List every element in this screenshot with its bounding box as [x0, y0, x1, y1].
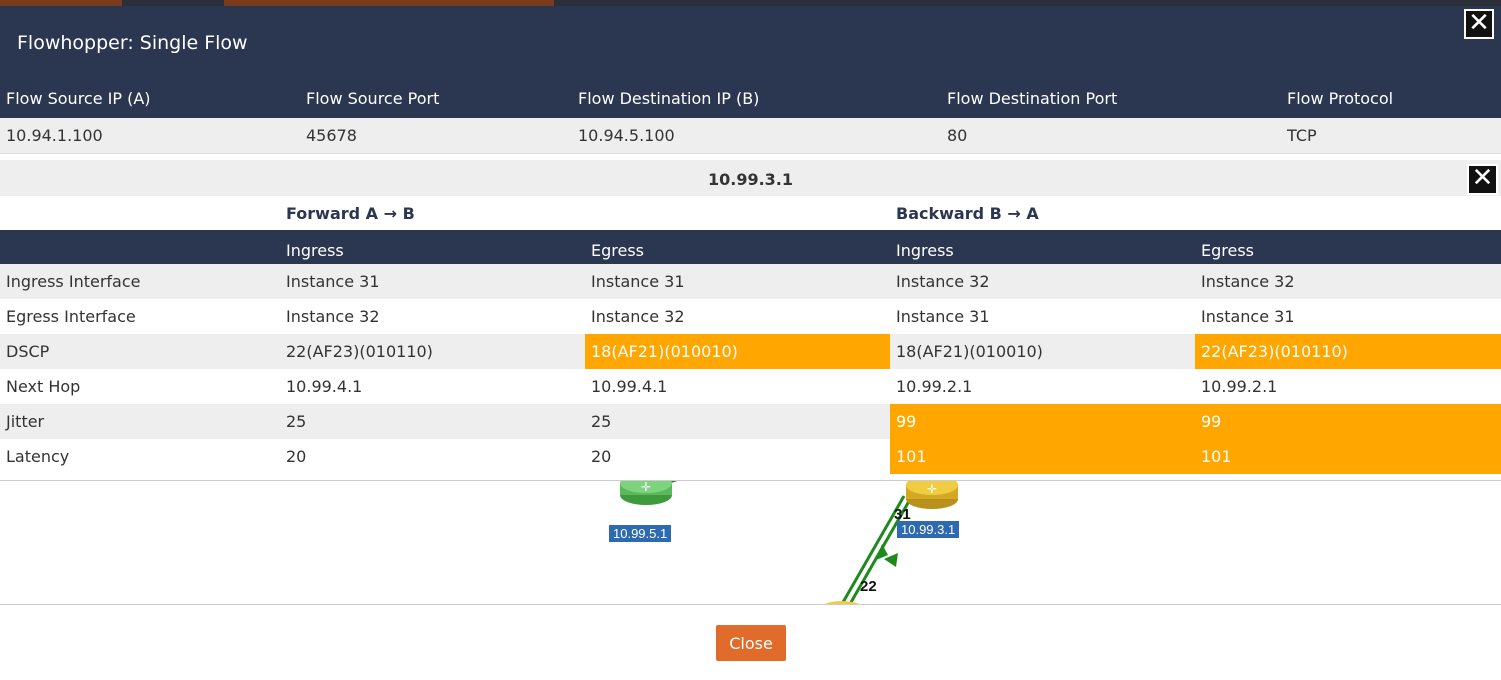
row-label: DSCP: [6, 342, 50, 361]
table-cell: Instance 32: [896, 272, 990, 291]
flowhopper-dialog: Flowhopper: Single Flow ✕ Flow Source IP…: [0, 6, 1501, 680]
topology-canvas[interactable]: ✛ ✛ 10.99.5.1 10.99.3.1 31 22: [0, 481, 1501, 604]
highlighted-cell: 101: [1195, 439, 1501, 474]
table-row: Next Hop 10.99.4.1 10.99.4.1 10.99.2.1 10.99…: [0, 369, 1501, 404]
column-header: Flow Source IP (A): [6, 89, 151, 108]
table-cell: 18(AF21)(010010): [896, 342, 1043, 361]
column-header: Flow Protocol: [1287, 89, 1394, 108]
forward-direction-label: Forward A → B: [286, 203, 415, 223]
table-cell: Instance 31: [286, 272, 380, 291]
row-label: Latency: [6, 447, 70, 466]
table-cell: Instance 32: [286, 307, 380, 326]
table-cell: Instance 31: [591, 272, 685, 291]
direction-row: Forward A → B Backward B → A: [0, 196, 1501, 230]
table-cell: 10.99.2.1: [896, 377, 973, 396]
table-cell: 25: [286, 412, 307, 431]
table-cell: Instance 32: [1201, 272, 1295, 291]
highlighted-cell: 22(AF23)(010110): [1195, 334, 1501, 369]
router-node-yellow[interactable]: ✛: [906, 481, 958, 509]
column-header: Flow Source Port: [306, 89, 440, 108]
dialog-titlebar: Flowhopper: Single Flow ✕: [0, 6, 1501, 84]
router-node-green[interactable]: ✛: [620, 481, 672, 505]
table-row: Egress Interface Instance 32 Instance 32 In…: [0, 299, 1501, 334]
close-icon[interactable]: ✕: [1464, 9, 1494, 39]
node-label: 10.99.3.1: [897, 521, 960, 538]
highlighted-cell: 99: [890, 404, 1195, 439]
hop-title-bar: 10.99.3.1 ✕: [0, 160, 1501, 196]
link-label: 22: [860, 578, 877, 595]
column-header: Flow Destination IP (B): [578, 89, 760, 108]
row-label: Jitter: [6, 412, 45, 431]
svg-text:✛: ✛: [641, 481, 651, 494]
table-cell: Instance 32: [591, 307, 685, 326]
flow-destination-ip: 10.94.5.100: [578, 126, 675, 145]
flow-destination-port: 80: [947, 126, 968, 145]
svg-text:✛: ✛: [927, 482, 937, 496]
row-label: Egress Interface: [6, 307, 136, 326]
flow-values-row: 10.94.1.100 45678 10.94.5.100 80 TCP: [0, 118, 1501, 154]
table-cell: 22(AF23)(010110): [286, 342, 433, 361]
table-cell: 20: [286, 447, 307, 466]
flow-protocol: TCP: [1287, 126, 1317, 145]
flow-source-port: 45678: [306, 126, 357, 145]
table-cell: 25: [591, 412, 612, 431]
dialog-title: Flowhopper: Single Flow: [17, 32, 248, 54]
table-row: DSCP 22(AF23)(010110) 18(AF21)(010010) 18(A…: [0, 334, 1501, 369]
flow-header-row: Flow Source IP (A) Flow Source Port Flow…: [0, 79, 1501, 118]
table-row: Ingress Interface Instance 31 Instance 31 I…: [0, 264, 1501, 299]
table-row: Latency 20 20 101 101: [0, 439, 1501, 474]
row-label: Next Hop: [6, 377, 81, 396]
hop-title: 10.99.3.1: [707, 170, 794, 189]
table-cell: 20: [591, 447, 612, 466]
node-label: 10.99.5.1: [609, 525, 672, 542]
table-cell: 10.99.2.1: [1201, 377, 1278, 396]
backward-direction-label: Backward B → A: [896, 203, 1039, 223]
close-icon[interactable]: ✕: [1467, 164, 1498, 195]
dialog-footer: Close: [0, 604, 1501, 680]
highlighted-cell: 18(AF21)(010010): [585, 334, 890, 369]
topology-graph: ✛ ✛: [620, 481, 958, 604]
highlighted-cell: 101: [890, 439, 1195, 474]
table-cell: Instance 31: [896, 307, 990, 326]
table-row: Jitter 25 25 99 99: [0, 404, 1501, 439]
row-label: Ingress Interface: [6, 272, 141, 291]
highlighted-cell: 99: [1195, 404, 1501, 439]
table-cell: 10.99.4.1: [286, 377, 363, 396]
table-cell: Instance 31: [1201, 307, 1295, 326]
close-button[interactable]: Close: [716, 625, 786, 661]
link-label: 31: [894, 506, 911, 523]
column-header: Flow Destination Port: [947, 89, 1118, 108]
table-cell: 10.99.4.1: [591, 377, 668, 396]
flow-source-ip: 10.94.1.100: [6, 126, 103, 145]
